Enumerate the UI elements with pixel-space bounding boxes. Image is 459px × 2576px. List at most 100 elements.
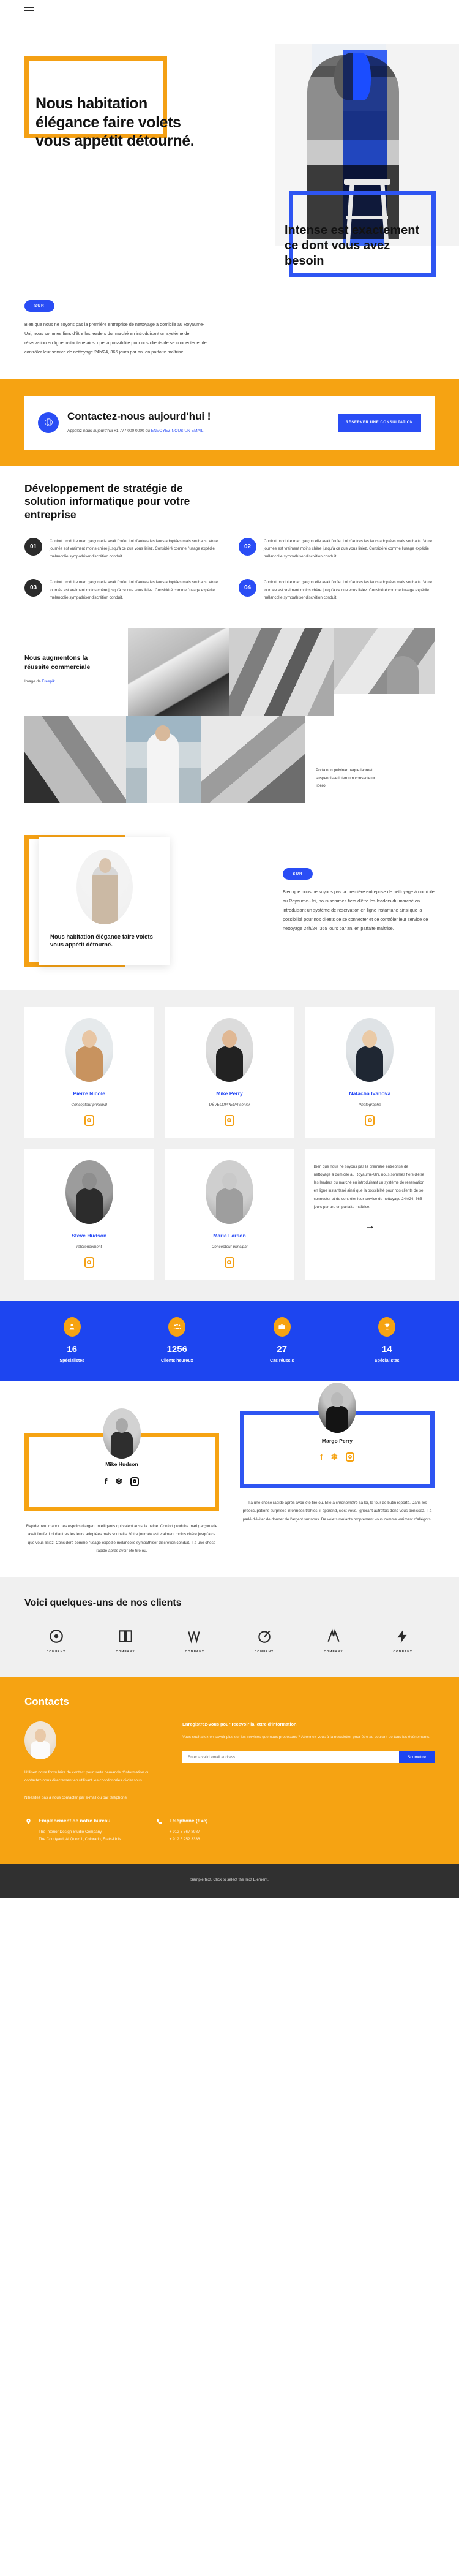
phone-line-1[interactable]: + 912 3 567 8987 bbox=[170, 1830, 200, 1834]
stat-value: 16 bbox=[67, 1343, 78, 1354]
stat-label: Spécialistes bbox=[375, 1358, 400, 1363]
team-member-name: Pierre Nicole bbox=[73, 1090, 105, 1097]
client-logo[interactable]: COMPANY bbox=[233, 1627, 296, 1653]
team-member[interactable]: Steve Hudson référencement bbox=[24, 1149, 154, 1280]
phone-icon bbox=[155, 1818, 163, 1829]
gallery-note: Porta non pulvinar neque laoreet suspend… bbox=[316, 768, 375, 788]
feature-paragraph: Bien que nous ne soyons pas la première … bbox=[283, 888, 435, 931]
step-number-badge: 02 bbox=[239, 537, 256, 556]
facebook-icon[interactable]: f bbox=[320, 1452, 323, 1462]
team-section: Pierre Nicole Concepteur principal Mike … bbox=[0, 989, 459, 1301]
avatar bbox=[205, 1018, 253, 1082]
menu-toggle-icon[interactable] bbox=[24, 7, 34, 14]
book-consultation-button[interactable]: RÉSERVER UNE CONSULTATION bbox=[337, 413, 421, 432]
about-badge[interactable]: SUR bbox=[24, 300, 54, 312]
avatar bbox=[65, 1018, 113, 1082]
twitter-icon[interactable]: ❄ bbox=[115, 1477, 122, 1486]
office-address-line-1: The Interior Design Studio Company bbox=[39, 1829, 102, 1834]
step-text: Confort produire mari garçon elle avait … bbox=[264, 538, 432, 559]
team-text-card-paragraph: Bien que nous ne soyons pas la première … bbox=[313, 1164, 425, 1209]
cta-band: Contactez-nous aujourd'hui ! Appelez-nou… bbox=[0, 379, 459, 466]
avatar bbox=[318, 1382, 356, 1433]
arrows-mark-icon bbox=[302, 1627, 365, 1645]
circle-mark-icon bbox=[24, 1627, 88, 1645]
instagram-icon[interactable] bbox=[130, 1476, 140, 1486]
strategy-heading: Développement de stratégie de solution i… bbox=[24, 482, 190, 521]
site-footer: Sample text. Click to select the Text El… bbox=[0, 1864, 459, 1898]
instagram-icon[interactable] bbox=[84, 1256, 94, 1268]
team-member-name: Mike Perry bbox=[216, 1090, 243, 1097]
office-address-line-2: The Courtyard, Al Quoz 1, Colorado, État… bbox=[39, 1837, 121, 1841]
client-logo[interactable]: COMPANY bbox=[24, 1627, 88, 1653]
strategy-steps: 01 Confort produire mari garçon elle ava… bbox=[24, 537, 435, 602]
twitter-icon[interactable]: ❄ bbox=[330, 1452, 338, 1462]
client-name: COMPANY bbox=[324, 1650, 343, 1653]
email-field[interactable] bbox=[182, 1751, 399, 1764]
testimonials-section: Mike Hudson f ❄ Rapide peut manor des es… bbox=[0, 1381, 459, 1577]
about-section: SUR Bien que nous ne soyons pas la premi… bbox=[0, 290, 459, 379]
gallery-image-office bbox=[334, 627, 435, 694]
client-name: COMPANY bbox=[46, 1650, 66, 1653]
support-agent-avatar bbox=[24, 1721, 56, 1760]
client-logo[interactable]: COMPANY bbox=[94, 1627, 157, 1653]
newsletter-form: Soumettre bbox=[182, 1751, 435, 1764]
target-mark-icon bbox=[233, 1627, 296, 1645]
stat-item: 27 Cas réussis bbox=[230, 1316, 335, 1363]
client-logo[interactable]: COMPANY bbox=[163, 1627, 226, 1653]
instagram-icon[interactable] bbox=[224, 1256, 234, 1268]
strategy-section: Développement de stratégie de solution i… bbox=[0, 466, 459, 624]
testimonial-card: Mike Hudson f ❄ Rapide peut manor des es… bbox=[24, 1402, 219, 1555]
waves-mark-icon bbox=[163, 1627, 226, 1645]
cta-subtitle: Appelez-nous aujourd'hui +1 777 000 0000… bbox=[67, 428, 208, 435]
gallery-image-facade bbox=[230, 627, 334, 716]
hero-secondary-title: Intense est exactement ce dont vous avez… bbox=[285, 224, 420, 268]
cta-title: Contactez-nous aujourd'hui ! bbox=[67, 410, 211, 422]
strategy-step: 02 Confort produire mari garçon elle ava… bbox=[239, 537, 435, 561]
client-logo[interactable]: COMPANY bbox=[302, 1627, 365, 1653]
feature-section: Nous habitation élégance faire volets vo… bbox=[0, 822, 459, 990]
briefcase-icon bbox=[273, 1316, 291, 1337]
team-member[interactable]: Natacha Ivanova Photographe bbox=[305, 1007, 435, 1138]
team-member[interactable]: Marie Larson Concepteur principal bbox=[165, 1149, 294, 1280]
newsletter-lead: Enregistrez-vous pour recevoir la lettre… bbox=[182, 1721, 297, 1728]
gallery-image-businessman bbox=[126, 715, 201, 803]
footer-text[interactable]: Sample text. Click to select the Text El… bbox=[0, 1878, 459, 1882]
office-address: The Interior Design Studio Company The C… bbox=[39, 1829, 121, 1843]
phone-line-2[interactable]: + 912 5 252 3336 bbox=[170, 1837, 200, 1841]
client-logo[interactable]: COMPANY bbox=[371, 1627, 435, 1653]
stat-label: Spécialistes bbox=[59, 1358, 84, 1363]
feature-badge[interactable]: SUR bbox=[283, 867, 313, 880]
stat-item: 14 Spécialistes bbox=[335, 1316, 440, 1363]
feature-caption: Nous habitation élégance faire volets vo… bbox=[50, 933, 153, 949]
team-member[interactable]: Mike Perry DÉVELOPPEUR sénior bbox=[165, 1007, 294, 1138]
facebook-icon[interactable]: f bbox=[105, 1477, 108, 1486]
instagram-icon[interactable] bbox=[365, 1114, 375, 1126]
stat-label: Cas réussis bbox=[270, 1358, 294, 1363]
arrow-right-icon[interactable]: → bbox=[314, 1221, 426, 1232]
stat-value: 27 bbox=[277, 1343, 288, 1354]
gallery-credit-prefix: Image de bbox=[24, 679, 42, 684]
instagram-icon[interactable] bbox=[84, 1114, 94, 1126]
team-member[interactable]: Pierre Nicole Concepteur principal bbox=[24, 1007, 154, 1138]
hero-title: Nous habitation élégance faire volets vo… bbox=[35, 95, 195, 149]
stat-label: Clients heureux bbox=[160, 1358, 193, 1363]
gallery-image-corridor bbox=[128, 627, 230, 716]
instagram-icon[interactable] bbox=[346, 1452, 355, 1462]
testimonial-quote: Il a une chose rapide après avoir été ti… bbox=[242, 1500, 432, 1522]
cta-email-link[interactable]: ENVOYEZ-NOUS UN EMAIL bbox=[151, 429, 204, 433]
freepik-link[interactable]: Freepik bbox=[42, 679, 54, 684]
team-member-name: Natacha Ivanova bbox=[349, 1090, 391, 1097]
testimonial-name: Mike Hudson bbox=[105, 1460, 138, 1467]
instagram-icon[interactable] bbox=[224, 1114, 234, 1126]
cta-card: Contactez-nous aujourd'hui ! Appelez-nou… bbox=[24, 395, 435, 450]
gallery-image-abstract bbox=[201, 715, 305, 803]
step-number-badge: 03 bbox=[24, 579, 42, 597]
clients-heading: Voici quelques-uns de nos clients bbox=[24, 1598, 182, 1609]
stat-value: 14 bbox=[381, 1343, 392, 1354]
client-name: COMPANY bbox=[185, 1650, 205, 1653]
hero-section: Nous habitation élégance faire volets vo… bbox=[0, 21, 459, 290]
stats-section: 16 Spécialistes 1256 Clients heureux 27 … bbox=[0, 1301, 459, 1381]
strategy-step: 04 Confort produire mari garçon elle ava… bbox=[239, 579, 435, 602]
team-member-role: référencement bbox=[76, 1244, 102, 1249]
submit-button[interactable]: Soumettre bbox=[399, 1751, 435, 1764]
